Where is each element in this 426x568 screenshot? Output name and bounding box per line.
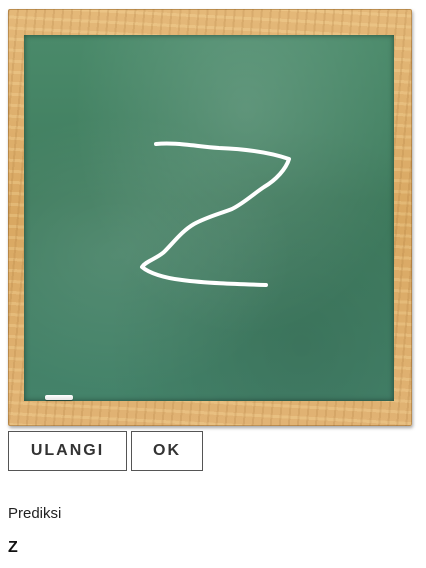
prediction-value: Z [8, 539, 18, 556]
chalk-piece [45, 395, 73, 400]
ok-button[interactable]: OK [131, 431, 203, 471]
prediction-label: Prediksi [8, 505, 62, 522]
chalk-stroke [140, 141, 291, 287]
reset-button[interactable]: ULANGI [8, 431, 127, 471]
drawing-canvas[interactable] [24, 35, 394, 401]
